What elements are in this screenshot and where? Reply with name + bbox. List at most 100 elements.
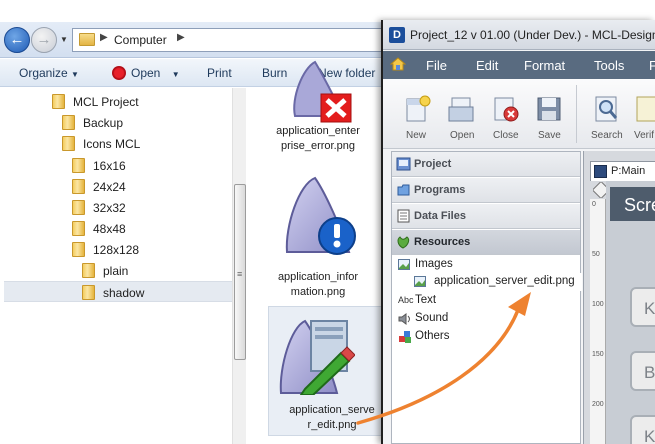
grip-icon: ≡ bbox=[237, 269, 243, 279]
panel-label: Resources bbox=[414, 236, 471, 248]
window-title: Project_12 v 01.00 (Under Dev.) - MCL-De… bbox=[410, 28, 655, 42]
data-files-icon bbox=[397, 209, 410, 223]
sound-icon bbox=[398, 313, 410, 325]
screen-header-banner[interactable]: Scre bbox=[610, 187, 655, 221]
search-icon bbox=[595, 96, 618, 122]
ruler-tick: 200 bbox=[592, 401, 604, 408]
tree-item-shadow[interactable]: shadow bbox=[4, 281, 232, 302]
print-button[interactable]: Print bbox=[207, 66, 232, 80]
close-document-icon bbox=[494, 97, 519, 122]
resource-file-item[interactable]: application_server_edit.png bbox=[392, 273, 582, 291]
open-with-app-icon bbox=[112, 66, 126, 80]
menu-file[interactable]: File bbox=[426, 58, 447, 73]
address-box[interactable]: ▶ Computer ▶ bbox=[72, 28, 388, 52]
chevron-right-icon[interactable]: ▶ bbox=[100, 32, 108, 43]
canvas-button[interactable]: K bbox=[630, 415, 655, 444]
scrollbar-thumb[interactable]: ≡ bbox=[234, 184, 246, 360]
menu-tools[interactable]: Tools bbox=[594, 58, 624, 73]
ruler-tick: 0 bbox=[592, 201, 596, 208]
new-label: New bbox=[406, 130, 427, 141]
tree-item-48x48[interactable]: 48x48 bbox=[0, 218, 232, 239]
panel-label: Programs bbox=[414, 184, 466, 196]
file-item-application-information[interactable]: application_infor mation.png bbox=[255, 176, 381, 298]
chevron-down-icon: ▼ bbox=[71, 70, 79, 79]
ruler-tick: 100 bbox=[592, 301, 604, 308]
verify-label: Verif bbox=[634, 130, 655, 141]
canvas-button[interactable]: K bbox=[630, 287, 655, 327]
back-button[interactable]: ← bbox=[4, 27, 30, 53]
resources-icon bbox=[397, 236, 410, 249]
navigation-pane: MCL Project Backup Icons MCL 16x16 24x24… bbox=[0, 88, 246, 444]
programs-icon bbox=[397, 184, 410, 196]
tree-item-16x16[interactable]: 16x16 bbox=[0, 155, 232, 176]
folder-icon bbox=[52, 94, 65, 109]
resource-label: Text bbox=[415, 294, 437, 306]
folder-icon bbox=[82, 263, 95, 278]
organize-button[interactable]: Organize ▼ bbox=[19, 66, 79, 80]
tree-item-backup[interactable]: Backup bbox=[0, 112, 232, 133]
file-item-application-server-edit[interactable]: application_serve r_edit.png bbox=[268, 306, 396, 436]
tree-item-label: shadow bbox=[103, 286, 145, 300]
folder-icon bbox=[82, 285, 95, 300]
open-label: Open bbox=[131, 66, 161, 80]
panel-project-header[interactable]: Project bbox=[392, 152, 580, 177]
new-document-icon bbox=[406, 95, 431, 122]
forward-arrow-icon: → bbox=[36, 31, 52, 48]
open-project-button[interactable]: Open bbox=[445, 79, 479, 149]
organize-label: Organize bbox=[19, 66, 68, 80]
save-button[interactable]: Save bbox=[533, 79, 567, 149]
tree-item-32x32[interactable]: 32x32 bbox=[0, 197, 232, 218]
tree-item-plain[interactable]: plain bbox=[0, 260, 232, 281]
resource-file-label: application_server_edit.png bbox=[434, 275, 575, 287]
canvas-button[interactable]: B bbox=[630, 351, 655, 391]
vertical-ruler: 0 50 100 150 200 bbox=[590, 199, 606, 444]
verify-button[interactable]: Verif bbox=[631, 79, 655, 149]
tree-item-128x128[interactable]: 128x128 bbox=[0, 239, 232, 260]
panel-data-files-header[interactable]: Data Files bbox=[392, 204, 580, 229]
home-icon[interactable] bbox=[390, 56, 406, 72]
tab-label: P:Main bbox=[611, 165, 646, 177]
forward-button[interactable]: → bbox=[31, 27, 57, 53]
close-label: Close bbox=[493, 130, 519, 141]
menu-f[interactable]: F bbox=[649, 58, 655, 73]
tree-item-label: 32x32 bbox=[93, 201, 126, 215]
ribbon-toolbar: New Open Close Save Search Verif bbox=[383, 79, 655, 149]
grid-icon bbox=[594, 165, 607, 178]
application-server-edit-icon bbox=[279, 319, 355, 395]
open-label: Open bbox=[450, 130, 475, 141]
nav-pane-scrollbar[interactable]: ≡ bbox=[232, 88, 246, 444]
tree-item-label: 24x24 bbox=[93, 180, 126, 194]
folder-icon bbox=[62, 136, 75, 151]
tree-item-mcl-project[interactable]: MCL Project bbox=[0, 91, 232, 112]
open-button[interactable]: Open ▼ bbox=[131, 66, 180, 80]
search-button[interactable]: Search bbox=[589, 79, 625, 149]
panel-programs-header[interactable]: Programs bbox=[392, 178, 580, 203]
file-list-pane: application_enter prise_error.png applic… bbox=[247, 60, 396, 444]
folder-icon bbox=[79, 33, 95, 46]
new-button[interactable]: New bbox=[401, 79, 435, 149]
chevron-down-icon: ▼ bbox=[171, 70, 180, 79]
close-project-button[interactable]: Close bbox=[489, 79, 523, 149]
ribbon-separator bbox=[576, 85, 577, 143]
canvas-button-label: B bbox=[644, 363, 655, 382]
menu-edit[interactable]: Edit bbox=[476, 58, 498, 73]
project-icon bbox=[396, 157, 411, 171]
menu-bar: File Edit Format Tools F bbox=[383, 51, 655, 79]
tree-item-24x24[interactable]: 24x24 bbox=[0, 176, 232, 197]
chevron-right-icon[interactable]: ▶ bbox=[177, 32, 185, 43]
panel-resources-header[interactable]: Resources bbox=[392, 230, 580, 255]
menu-format[interactable]: Format bbox=[524, 58, 565, 73]
tree-item-label: Backup bbox=[83, 116, 124, 130]
tab-main[interactable]: P:Main bbox=[590, 161, 655, 181]
folder-icon bbox=[62, 115, 75, 130]
file-name-line2: r_edit.png bbox=[307, 419, 357, 431]
title-bar: D Project_12 v 01.00 (Under Dev.) - MCL-… bbox=[383, 20, 655, 50]
file-item-application-enterprise-error[interactable]: application_enter prise_error.png bbox=[255, 58, 381, 158]
tree-item-icons-mcl[interactable]: Icons MCL bbox=[0, 133, 232, 154]
mcl-designer-window: D Project_12 v 01.00 (Under Dev.) - MCL-… bbox=[381, 20, 655, 444]
breadcrumb-computer[interactable]: Computer bbox=[114, 33, 167, 47]
file-name-line1: application_serve bbox=[289, 404, 375, 416]
folder-icon bbox=[72, 221, 85, 236]
recent-pages-dropdown[interactable]: ▼ bbox=[60, 35, 68, 44]
resource-label: Others bbox=[415, 330, 450, 342]
